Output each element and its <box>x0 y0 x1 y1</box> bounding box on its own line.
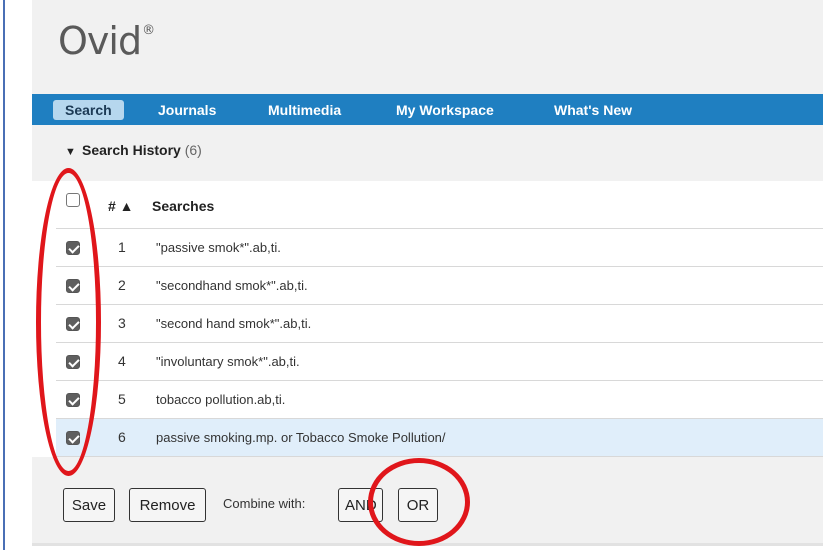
row-number: 5 <box>118 391 126 407</box>
table-header-row: # ▲ Searches <box>56 185 823 229</box>
table-row: 2 "secondhand smok*".ab,ti. <box>56 267 823 305</box>
row-checkbox[interactable] <box>66 393 80 407</box>
row-checkbox[interactable] <box>66 355 80 369</box>
search-query[interactable]: tobacco pollution.ab,ti. <box>156 392 285 407</box>
row-number: 1 <box>118 239 126 255</box>
save-button[interactable]: Save <box>63 488 115 522</box>
table-row: 1 "passive smok*".ab,ti. <box>56 229 823 267</box>
combine-and-button[interactable]: AND <box>338 488 383 522</box>
main-navbar: Search Journals Multimedia My Workspace … <box>32 94 823 125</box>
search-history-count: (6) <box>184 142 202 158</box>
search-query[interactable]: passive smoking.mp. or Tobacco Smoke Pol… <box>156 430 446 445</box>
collapse-triangle-icon[interactable]: ▼ <box>65 146 76 158</box>
row-checkbox[interactable] <box>66 279 80 293</box>
row-number: 4 <box>118 353 126 369</box>
search-query[interactable]: "secondhand smok*".ab,ti. <box>156 278 308 293</box>
row-number: 3 <box>118 315 126 331</box>
nav-multimedia[interactable]: Multimedia <box>268 100 341 120</box>
ovid-logo: Ovid® <box>58 19 155 63</box>
divider <box>32 543 823 546</box>
combine-or-button[interactable]: OR <box>398 488 438 522</box>
search-query[interactable]: "involuntary smok*".ab,ti. <box>156 354 300 369</box>
column-header-searches: Searches <box>152 198 215 214</box>
nav-whats-new[interactable]: What's New <box>554 100 632 120</box>
row-checkbox[interactable] <box>66 431 80 445</box>
nav-search[interactable]: Search <box>53 100 124 120</box>
nav-journals[interactable]: Journals <box>158 100 216 120</box>
row-checkbox[interactable] <box>66 241 80 255</box>
table-row: 3 "second hand smok*".ab,ti. <box>56 305 823 343</box>
search-query[interactable]: "second hand smok*".ab,ti. <box>156 316 311 331</box>
combine-with-label: Combine with: <box>223 496 306 511</box>
table-row: 4 "involuntary smok*".ab,ti. <box>56 343 823 381</box>
remove-button[interactable]: Remove <box>129 488 206 522</box>
row-number: 2 <box>118 277 126 293</box>
table-row: 5 tobacco pollution.ab,ti. <box>56 381 823 419</box>
row-number: 6 <box>118 429 126 445</box>
search-history-title[interactable]: Search History (6) <box>82 142 202 158</box>
column-header-number[interactable]: # ▲ <box>108 198 134 214</box>
nav-my-workspace[interactable]: My Workspace <box>396 100 494 120</box>
row-checkbox[interactable] <box>66 317 80 331</box>
search-query[interactable]: "passive smok*".ab,ti. <box>156 240 281 255</box>
select-all-checkbox[interactable] <box>66 193 80 207</box>
table-row-selected: 6 passive smoking.mp. or Tobacco Smoke P… <box>56 419 823 457</box>
